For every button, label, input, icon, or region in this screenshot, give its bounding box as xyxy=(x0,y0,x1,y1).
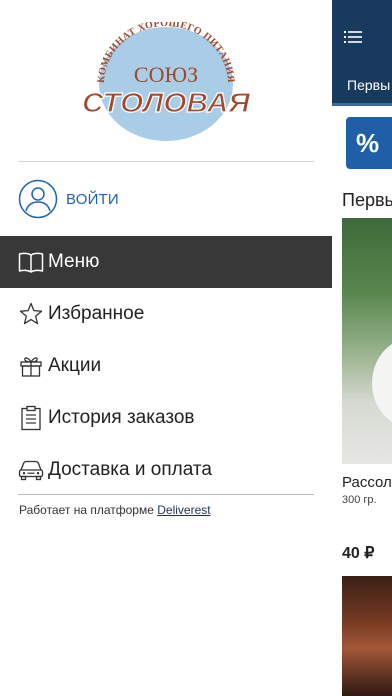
menu-label: Акции xyxy=(48,355,102,376)
drawer-menu: Меню Избранное Акции История заказов Дос… xyxy=(0,236,332,496)
promo-button[interactable]: % xyxy=(346,117,392,169)
platform-footer: Работает на платформе Deliverest xyxy=(19,503,211,517)
brand-logo: КОМБИНАТ ХОРОШЕГО ПИТАНИЯ СОЮЗ СТОЛОВАЯ xyxy=(78,18,254,144)
logo-word-top: СОЮЗ xyxy=(134,62,198,87)
menu-item-order-history[interactable]: История заказов xyxy=(0,392,332,444)
menu-label: История заказов xyxy=(48,407,195,428)
plate-shape xyxy=(372,338,392,428)
menu-item-delivery[interactable]: Доставка и оплата xyxy=(0,444,332,496)
menu-item-promotions[interactable]: Акции xyxy=(0,340,332,392)
user-avatar-icon xyxy=(18,179,58,219)
gift-icon xyxy=(18,353,44,379)
logo-divider xyxy=(18,161,314,162)
app-tab-first[interactable]: Первы xyxy=(347,77,390,93)
login-label[interactable]: ВОЙТИ xyxy=(66,191,119,208)
menu-label: Избранное xyxy=(48,303,145,324)
clipboard-icon xyxy=(18,405,44,431)
dish-image-2[interactable] xyxy=(342,576,392,696)
dish-image[interactable] xyxy=(342,218,392,464)
menu-label: Доставка и оплата xyxy=(48,459,212,480)
footer-text: Работает на платформе xyxy=(19,503,154,517)
list-menu-icon[interactable] xyxy=(344,30,362,49)
dish-weight: 300 гр. xyxy=(342,494,377,506)
background-app[interactable]: Первы % Первы Рассол 300 гр. 40 ₽ xyxy=(332,0,392,696)
star-icon xyxy=(18,301,44,327)
login-row[interactable]: ВОЙТИ xyxy=(18,178,314,220)
menu-item-favorites[interactable]: Избранное xyxy=(0,288,332,340)
book-icon xyxy=(18,249,44,275)
menu-item-menu[interactable]: Меню xyxy=(0,236,332,288)
navigation-drawer: КОМБИНАТ ХОРОШЕГО ПИТАНИЯ СОЮЗ СТОЛОВАЯ … xyxy=(0,0,332,696)
car-icon xyxy=(18,457,44,483)
logo-word-main: СТОЛОВАЯ xyxy=(82,87,251,118)
app-tab-indicator xyxy=(332,103,392,106)
footer-divider xyxy=(18,494,314,495)
screen: Первы % Первы Рассол 300 гр. 40 ₽ КОМБИН… xyxy=(0,0,392,696)
app-header: Первы xyxy=(332,0,392,106)
menu-label: Меню xyxy=(48,251,100,272)
app-section-title: Первы xyxy=(342,190,392,210)
dish-price: 40 ₽ xyxy=(342,545,375,562)
dish-name: Рассол xyxy=(342,474,392,491)
deliverest-link[interactable]: Deliverest xyxy=(157,503,210,517)
